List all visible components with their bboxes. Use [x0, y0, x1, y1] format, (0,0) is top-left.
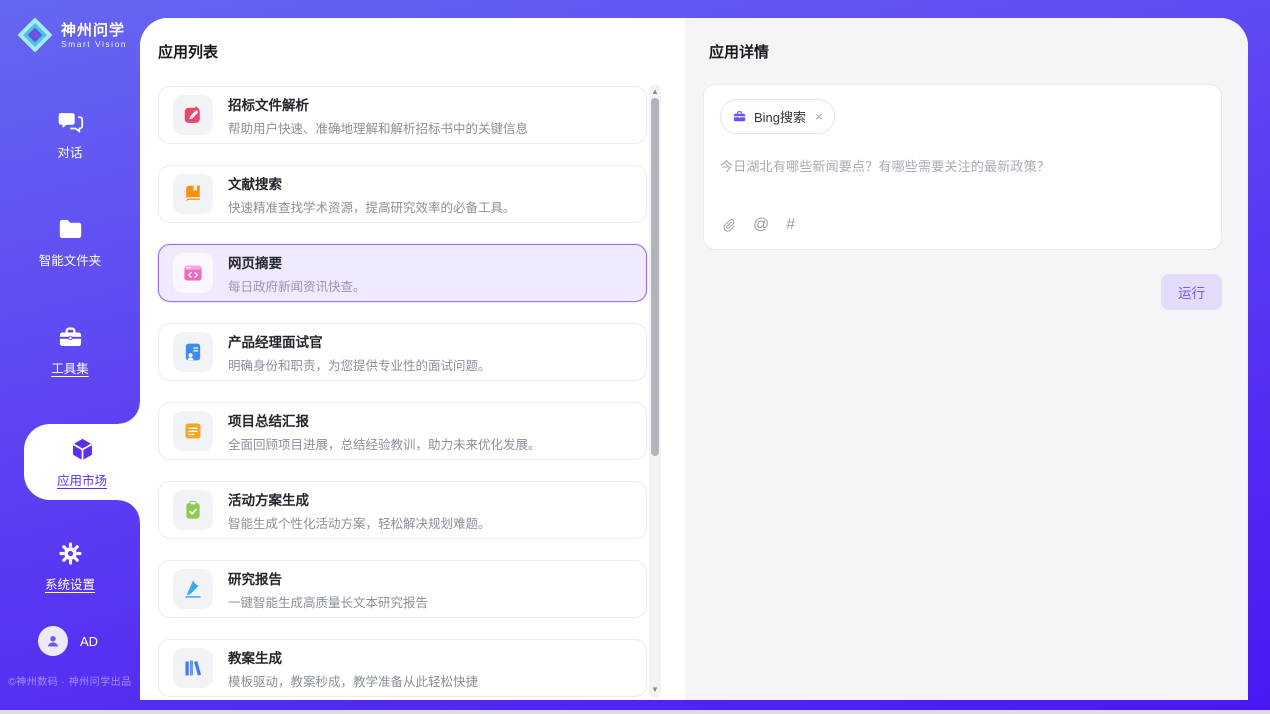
- app-card-description: 一键智能生成高质量长文本研究报告: [228, 592, 428, 611]
- app-card[interactable]: 项目总结汇报全面回顾项目进展，总结经验教训，助力未来优化发展。: [158, 402, 647, 460]
- sidebar-nav: 对话智能文件夹工具集应用市场系统设置: [0, 100, 140, 640]
- sidebar-item-label: 智能文件夹: [39, 250, 102, 269]
- app-card[interactable]: 招标文件解析帮助用户快速、准确地理解和解析招标书中的关键信息: [158, 86, 647, 144]
- app-card-text: 文献搜索快速精准查找学术资源，提高研究效率的必备工具。: [228, 173, 516, 216]
- app-card-description: 每日政府新闻资讯快查。: [228, 276, 366, 295]
- app-card-title: 教案生成: [228, 647, 478, 667]
- prompt-card[interactable]: Bing搜索 × 今日湖北有哪些新闻要点？有哪些需要关注的最新政策？ @ #: [703, 84, 1222, 250]
- app-card-description: 快速精准查找学术资源，提高研究效率的必备工具。: [228, 197, 516, 216]
- app-card-description: 模板驱动，教案秒成，教学准备从此轻松快捷: [228, 671, 478, 690]
- app-card-title: 网页摘要: [228, 252, 366, 272]
- app-list-title: 应用列表: [140, 18, 685, 62]
- main-content: 应用列表 招标文件解析帮助用户快速、准确地理解和解析招标书中的关键信息文献搜索快…: [140, 18, 1248, 700]
- app-card-description: 明确身份和职责，为您提供专业性的面试问题。: [228, 355, 491, 374]
- run-button[interactable]: 运行: [1161, 274, 1222, 310]
- browser-code-icon: [173, 253, 213, 293]
- folder-icon: [57, 216, 84, 243]
- gear-icon: [57, 540, 84, 567]
- brand-subtitle: Smart Vision: [61, 39, 127, 49]
- app-card-title: 项目总结汇报: [228, 410, 541, 430]
- book-icon: [173, 174, 213, 214]
- sidebar-item-folders[interactable]: 智能文件夹: [0, 208, 140, 276]
- app-card[interactable]: 活动方案生成智能生成个性化活动方案，轻松解决规划难题。: [158, 481, 647, 539]
- sidebar: 神州问学 Smart Vision 对话智能文件夹工具集应用市场系统设置 AD …: [0, 0, 140, 700]
- sidebar-item-settings[interactable]: 系统设置: [0, 532, 140, 600]
- app-card[interactable]: 教案生成模板驱动，教案秒成，教学准备从此轻松快捷: [158, 639, 647, 697]
- interview-icon: [173, 332, 213, 372]
- scrollbar-thumb[interactable]: [651, 98, 659, 456]
- close-icon[interactable]: ×: [815, 112, 823, 122]
- run-row: 运行: [685, 250, 1248, 310]
- input-actions: @ #: [720, 217, 795, 233]
- sidebar-item-label: 系统设置: [45, 574, 95, 593]
- person-icon: [44, 632, 62, 650]
- briefcase-icon: [732, 109, 747, 124]
- app-card-title: 研究报告: [228, 568, 428, 588]
- app-card-text: 研究报告一键智能生成高质量长文本研究报告: [228, 568, 428, 611]
- app-card-title: 产品经理面试官: [228, 331, 491, 351]
- prompt-text[interactable]: 今日湖北有哪些新闻要点？有哪些需要关注的最新政策？: [720, 156, 1205, 175]
- app-card[interactable]: 产品经理面试官明确身份和职责，为您提供专业性的面试问题。: [158, 323, 647, 381]
- app-card-title: 招标文件解析: [228, 94, 528, 114]
- app-card-text: 教案生成模板驱动，教案秒成，教学准备从此轻松快捷: [228, 647, 478, 690]
- app-detail-title: 应用详情: [685, 18, 1248, 62]
- hashtag-icon[interactable]: #: [786, 217, 795, 233]
- tool-tag-label: Bing搜索: [754, 107, 806, 126]
- diamond-logo-icon: [16, 16, 54, 54]
- sidebar-item-label: 工具集: [51, 358, 89, 377]
- app-card-text: 项目总结汇报全面回顾项目进展，总结经验教训，助力未来优化发展。: [228, 410, 541, 453]
- app-card-text: 活动方案生成智能生成个性化活动方案，轻松解决规划难题。: [228, 489, 491, 532]
- bottom-edge-strip: [0, 710, 1270, 714]
- sidebar-item-label: 应用市场: [57, 470, 107, 489]
- sidebar-item-label: 对话: [57, 142, 82, 161]
- brand-name: 神州问学: [61, 22, 127, 39]
- app-card-title: 文献搜索: [228, 173, 516, 193]
- app-card-description: 帮助用户快速、准确地理解和解析招标书中的关键信息: [228, 118, 528, 137]
- app-card[interactable]: 研究报告一键智能生成高质量长文本研究报告: [158, 560, 647, 618]
- copyright-footer: ©神州数码 · 神州问学出品: [0, 673, 140, 688]
- tool-tag-bing-search[interactable]: Bing搜索 ×: [720, 99, 835, 134]
- app-card-text: 产品经理面试官明确身份和职责，为您提供专业性的面试问题。: [228, 331, 491, 374]
- app-list-panel: 应用列表 招标文件解析帮助用户快速、准确地理解和解析招标书中的关键信息文献搜索快…: [140, 18, 685, 700]
- user-account[interactable]: AD: [0, 626, 140, 656]
- sidebar-item-market[interactable]: 应用市场: [24, 424, 140, 500]
- sidebar-item-tools[interactable]: 工具集: [0, 316, 140, 384]
- app-card[interactable]: 网页摘要每日政府新闻资讯快查。: [158, 244, 647, 302]
- attachment-icon[interactable]: [720, 217, 736, 233]
- document-edit-icon: [173, 95, 213, 135]
- app-card-description: 智能生成个性化活动方案，轻松解决规划难题。: [228, 513, 491, 532]
- clipboard-check-icon: [173, 490, 213, 530]
- cube-icon: [69, 436, 96, 463]
- app-detail-panel: 应用详情 Bing搜索 × 今日湖北有哪些新闻要点？有哪些需要关注的最新政策？ …: [685, 18, 1248, 700]
- app-card-text: 网页摘要每日政府新闻资讯快查。: [228, 252, 366, 295]
- scroll-down-icon[interactable]: ▼: [649, 684, 661, 696]
- avatar: [38, 626, 68, 656]
- list-scrollbar[interactable]: ▲ ▼: [649, 84, 661, 698]
- toolbox-icon: [57, 324, 84, 351]
- chat-icon: [57, 108, 84, 135]
- app-card[interactable]: 文献搜索快速精准查找学术资源，提高研究效率的必备工具。: [158, 165, 647, 223]
- app-card-description: 全面回顾项目进展，总结经验教训，助力未来优化发展。: [228, 434, 541, 453]
- mention-icon[interactable]: @: [753, 217, 769, 233]
- sidebar-item-chat[interactable]: 对话: [0, 100, 140, 168]
- scroll-up-icon[interactable]: ▲: [649, 86, 661, 98]
- app-card-text: 招标文件解析帮助用户快速、准确地理解和解析招标书中的关键信息: [228, 94, 528, 137]
- summary-note-icon: [173, 411, 213, 451]
- research-pen-icon: [173, 569, 213, 609]
- books-icon: [173, 648, 213, 688]
- app-card-title: 活动方案生成: [228, 489, 491, 509]
- user-name: AD: [80, 634, 98, 649]
- app-card-list: 招标文件解析帮助用户快速、准确地理解和解析招标书中的关键信息文献搜索快速精准查找…: [158, 86, 647, 700]
- app-logo: 神州问学 Smart Vision: [0, 0, 140, 54]
